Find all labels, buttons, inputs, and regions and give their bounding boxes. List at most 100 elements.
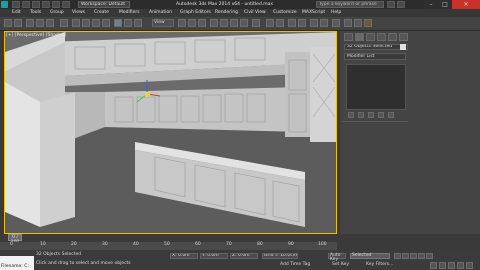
select-and-manipulate-icon[interactable]	[188, 19, 196, 27]
search-icon[interactable]	[387, 1, 395, 8]
menu-group[interactable]: Group	[50, 9, 64, 17]
unlink-icon[interactable]	[36, 19, 44, 27]
utilities-tab-icon[interactable]	[399, 33, 408, 41]
reference-coordinate-dropdown[interactable]: View	[152, 19, 174, 27]
display-tab-icon[interactable]	[388, 33, 397, 41]
open-file-icon[interactable]	[22, 1, 30, 8]
time-slider[interactable]	[0, 234, 337, 242]
menu-views[interactable]: Views	[72, 9, 85, 17]
edit-named-selections-icon[interactable]	[252, 19, 260, 27]
play-icon[interactable]	[410, 253, 417, 259]
angle-snap-icon[interactable]	[220, 19, 228, 27]
project-folder-icon[interactable]	[62, 1, 70, 8]
redo-icon[interactable]	[52, 1, 60, 8]
modifier-list-dropdown[interactable]: Modifier List	[344, 53, 406, 60]
maxscript-listener[interactable]: Filename: C:	[0, 256, 34, 270]
select-object-icon[interactable]	[72, 19, 80, 27]
menu-help[interactable]: Help	[331, 9, 341, 17]
menu-rendering[interactable]: Rendering	[215, 9, 238, 17]
zoom-extents-icon[interactable]	[448, 262, 455, 269]
x-coordinate-field[interactable]: X: 0.0m	[170, 253, 198, 259]
bind-space-warp-icon[interactable]	[46, 19, 54, 27]
rendered-frame-window-icon[interactable]	[354, 19, 362, 27]
menu-edit[interactable]: Edit	[12, 9, 21, 17]
curve-editor-icon[interactable]	[310, 19, 318, 27]
select-and-scale-icon[interactable]	[134, 19, 142, 27]
show-end-result-icon[interactable]	[358, 112, 364, 118]
save-file-icon[interactable]	[32, 1, 40, 8]
help-icon[interactable]	[397, 1, 405, 8]
spinner-snap-icon[interactable]	[240, 19, 248, 27]
undo-toolbar-icon[interactable]	[4, 19, 12, 27]
object-color-swatch[interactable]	[400, 44, 406, 50]
tick-label: 60	[195, 242, 201, 247]
layer-manager-icon[interactable]	[288, 19, 296, 27]
minimize-button[interactable]: –	[424, 0, 438, 9]
modify-tab-icon[interactable]	[355, 33, 364, 41]
graphite-toggle-icon[interactable]	[298, 19, 306, 27]
menu-modifiers[interactable]: Modifiers	[119, 9, 140, 17]
menu-create[interactable]: Create	[94, 9, 109, 17]
schematic-view-icon[interactable]	[320, 19, 328, 27]
pan-icon[interactable]	[457, 262, 464, 269]
key-mode-dropdown[interactable]: Selected	[350, 253, 390, 259]
close-button[interactable]: ✕	[452, 0, 480, 9]
time-slider-thumb[interactable]: 0 / 100	[8, 234, 22, 245]
kitchen-model-render	[5, 32, 336, 233]
menu-maxscript[interactable]: MAXScript	[302, 9, 325, 17]
modifier-stack[interactable]	[346, 64, 406, 110]
motion-tab-icon[interactable]	[377, 33, 386, 41]
hierarchy-tab-icon[interactable]	[366, 33, 375, 41]
render-production-icon[interactable]	[364, 19, 372, 27]
percent-snap-icon[interactable]	[230, 19, 238, 27]
zoom-all-icon[interactable]	[439, 262, 446, 269]
workspace-dropdown[interactable]: Workspace: Default	[78, 1, 130, 8]
new-file-icon[interactable]	[12, 1, 20, 8]
next-frame-icon[interactable]	[418, 253, 425, 259]
menu-tools[interactable]: Tools	[30, 9, 41, 17]
keyboard-shortcut-override-icon[interactable]	[198, 19, 206, 27]
material-editor-icon[interactable]	[332, 19, 340, 27]
auto-key-button[interactable]: Auto Key	[328, 253, 346, 262]
maximize-button[interactable]: □	[438, 0, 452, 9]
key-filters-button[interactable]: Key Filters...	[366, 262, 393, 267]
menu-civil-view[interactable]: Civil View	[244, 9, 266, 17]
previous-frame-icon[interactable]	[402, 253, 409, 259]
add-time-tag[interactable]: Add Time Tag	[280, 262, 310, 267]
pin-stack-icon[interactable]	[348, 112, 354, 118]
menu-graph-editors[interactable]: Graph Editors	[180, 9, 211, 17]
remove-modifier-icon[interactable]	[378, 112, 384, 118]
select-and-move-icon[interactable]	[114, 19, 122, 27]
make-unique-icon[interactable]	[368, 112, 374, 118]
menu-animation[interactable]: Animation	[149, 9, 172, 17]
viewport-label[interactable]: [+] [Perspective] [Shaded]	[6, 33, 66, 38]
snaps-toggle-icon[interactable]	[210, 19, 218, 27]
mirror-icon[interactable]	[266, 19, 274, 27]
app-logo-icon[interactable]	[1, 1, 8, 8]
search-input[interactable]: Type a keyword or phrase	[316, 1, 384, 8]
rectangular-selection-icon[interactable]	[92, 19, 100, 27]
render-setup-icon[interactable]	[344, 19, 352, 27]
zoom-icon[interactable]	[430, 262, 437, 269]
window-crossing-icon[interactable]	[102, 19, 110, 27]
y-coordinate-field[interactable]: Y: 0.0m	[200, 253, 228, 259]
menu-customize[interactable]: Customize	[273, 9, 297, 17]
select-by-name-icon[interactable]	[82, 19, 90, 27]
perspective-viewport[interactable]	[4, 31, 337, 234]
pivot-center-icon[interactable]	[178, 19, 186, 27]
set-key-button[interactable]: Set Key	[332, 262, 349, 267]
align-icon[interactable]	[276, 19, 284, 27]
redo-toolbar-icon[interactable]	[14, 19, 22, 27]
object-name-field[interactable]: 32 Objects Selected	[344, 44, 408, 50]
goto-end-icon[interactable]	[426, 253, 433, 259]
selection-filter-icon[interactable]	[60, 19, 68, 27]
orbit-icon[interactable]	[466, 262, 473, 269]
undo-icon[interactable]	[42, 1, 50, 8]
z-coordinate-field[interactable]: Z: 0.0m	[230, 253, 258, 259]
maxscript-label: Filename: C:	[1, 264, 29, 269]
link-icon[interactable]	[26, 19, 34, 27]
goto-start-icon[interactable]	[394, 253, 401, 259]
create-tab-icon[interactable]	[344, 33, 353, 41]
select-and-rotate-icon[interactable]	[124, 19, 132, 27]
configure-modifier-sets-icon[interactable]	[388, 112, 394, 118]
